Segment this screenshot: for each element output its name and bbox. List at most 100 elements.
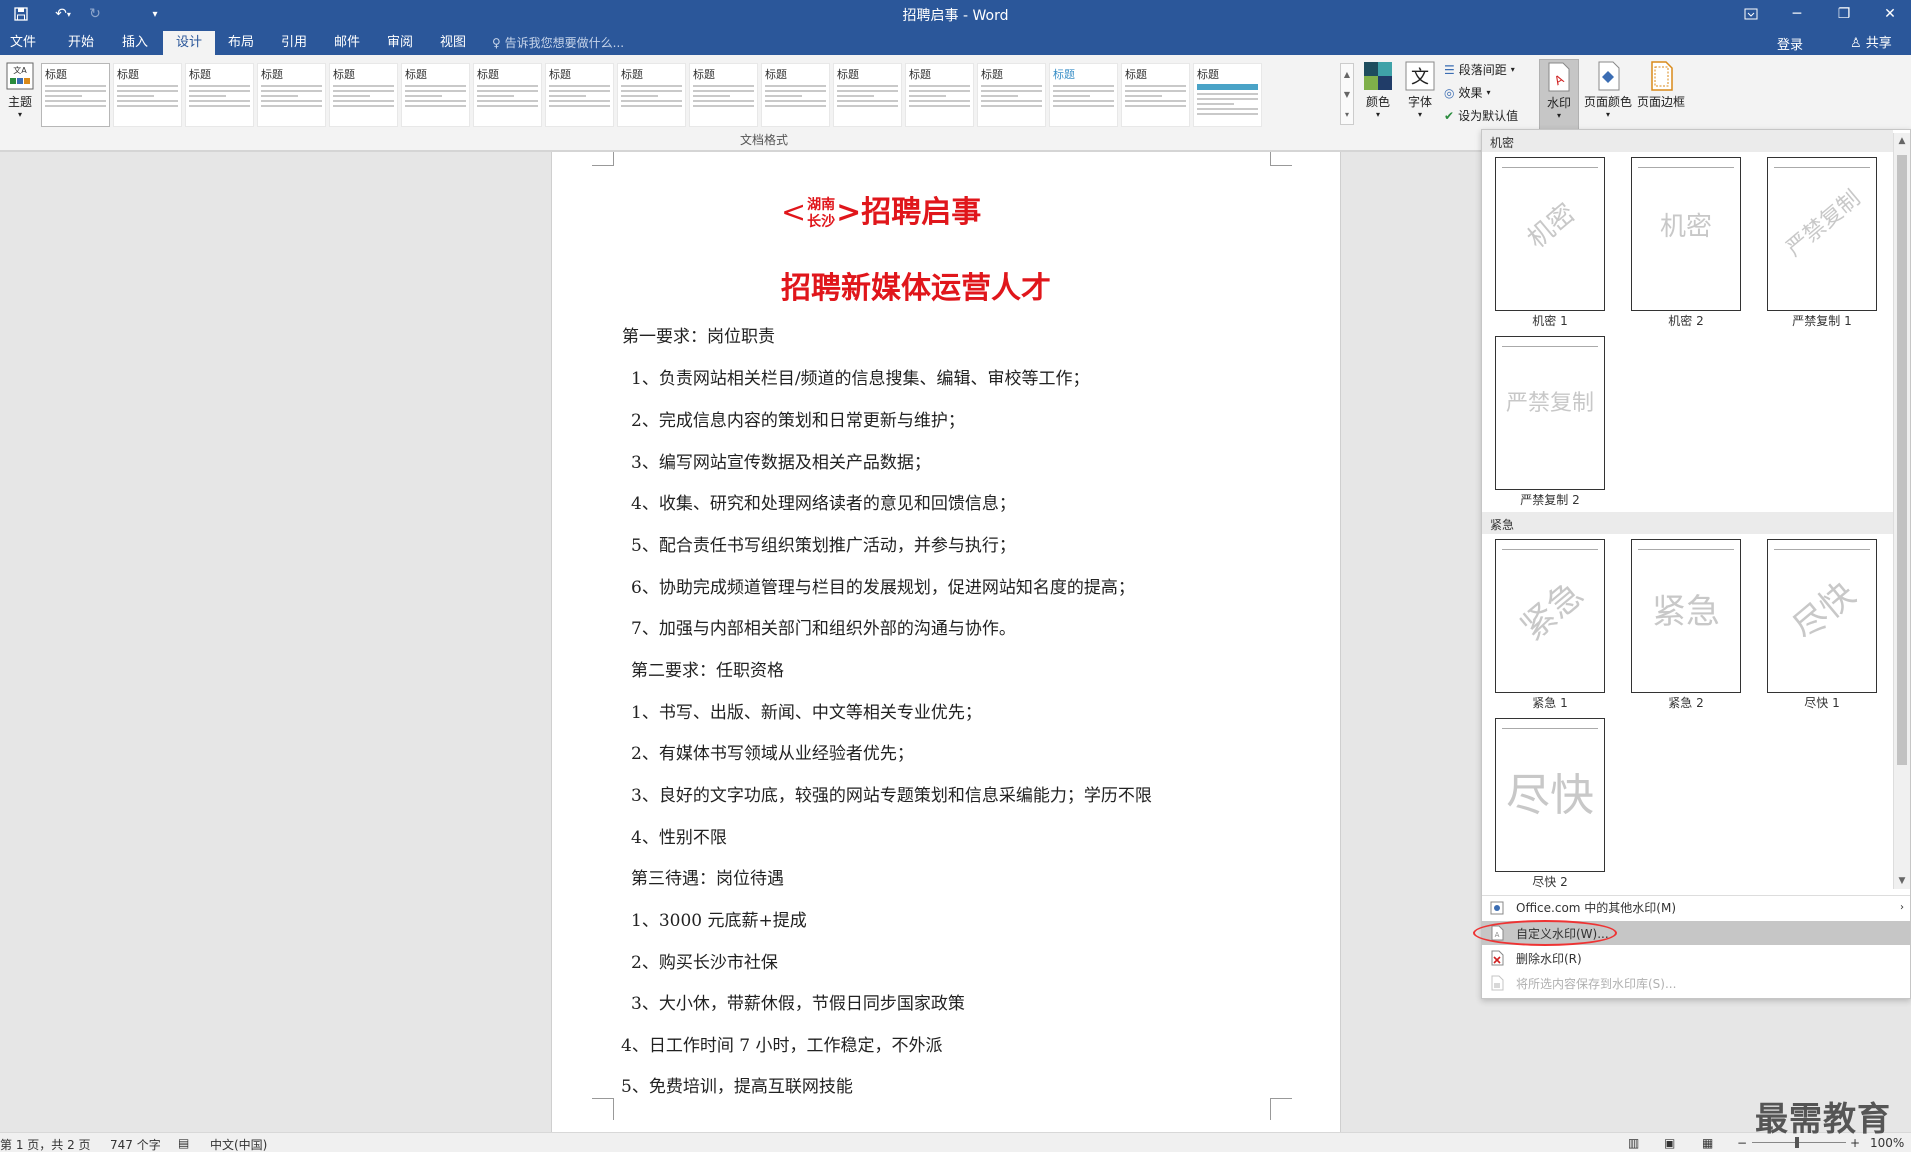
ribbon-display-icon[interactable] [1731,2,1771,26]
style-set-text-line [261,95,298,97]
doc-line[interactable]: 6、协助完成频道管理与栏目的发展规划，促进网站知名度的提高； [631,573,1135,598]
watermark-button[interactable]: A 水印 ▾ [1539,59,1579,133]
svg-text:文A: 文A [13,65,27,75]
share-button[interactable]: ♙ 共享 [1850,32,1892,51]
style-set-thumbnail[interactable]: 标题 [185,63,254,127]
close-icon[interactable]: ✕ [1870,2,1910,26]
doc-line[interactable]: 第一要求：岗位职责 [622,322,775,347]
style-set-thumbnail[interactable]: 标题 [977,63,1046,127]
style-set-thumbnail[interactable]: 标题 [617,63,686,127]
doc-line[interactable]: 5、免费培训，提高互联网技能 [621,1072,853,1097]
tab-design[interactable]: 设计 [163,31,215,55]
panel-scrollbar[interactable]: ▲ ▼ [1893,133,1910,889]
fonts-button[interactable]: 文 字体 ▾ [1402,61,1438,119]
doc-line[interactable]: 7、加强与内部相关部门和组织外部的沟通与协作。 [631,614,1016,639]
page-color-button[interactable]: 页面颜色 ▾ [1583,61,1633,119]
style-set-text-line [333,105,394,107]
style-set-thumbnail[interactable]: 标题 [905,63,974,127]
person-icon: ♙ [1850,36,1862,51]
doc-line[interactable]: 5、配合责任书写组织策划推广活动，并参与执行； [631,531,1016,556]
tab-layout[interactable]: 布局 [218,31,264,55]
scroll-down-icon[interactable]: ▼ [1894,873,1910,889]
zoom-slider[interactable] [1752,1142,1846,1143]
style-set-thumbnail[interactable]: 标题 [113,63,182,127]
style-set-thumbnail[interactable]: 标题 [41,63,110,127]
style-set-thumbnail[interactable]: 标题 [329,63,398,127]
menu-office-more-watermarks[interactable]: Office.com 中的其他水印(M) › [1482,895,1910,919]
doc-line[interactable]: 2、购买长沙市社保 [631,948,778,973]
style-set-thumbnail[interactable]: 标题 [833,63,902,127]
restore-icon[interactable]: ❐ [1824,2,1864,26]
doc-line[interactable]: 第三待遇：岗位待遇 [631,864,784,889]
watermark-option-urgent-1[interactable]: 紧急 [1495,539,1605,693]
read-mode-icon[interactable]: ▥ [1628,1136,1639,1150]
colors-button[interactable]: 颜色 ▾ [1360,61,1396,119]
doc-line[interactable]: 2、完成信息内容的策划和日常更新与维护； [631,406,965,431]
style-set-thumbnail[interactable]: 标题 [1193,63,1262,127]
tab-review[interactable]: 审阅 [377,31,423,55]
tab-view[interactable]: 视图 [430,31,476,55]
doc-line[interactable]: 1、3000 元底薪+提成 [631,906,807,931]
tab-references[interactable]: 引用 [271,31,317,55]
page-count[interactable]: 第 1 页，共 2 页 [0,1136,91,1152]
doc-line[interactable]: 4、性别不限 [631,823,727,848]
doc-line[interactable]: 3、大小休，带薪休假，节假日同步国家政策 [631,989,965,1014]
document-subheading[interactable]: 招聘新媒体运营人才 [781,263,1051,307]
tell-me-search[interactable]: ♀ 告诉我您想要做什么... [492,34,624,51]
watermark-option-asap-1[interactable]: 尽快 [1767,539,1877,693]
tab-mailings[interactable]: 邮件 [324,31,370,55]
style-set-text-line [45,95,82,97]
watermark-option-urgent-2[interactable]: 紧急 [1631,539,1741,693]
doc-line[interactable]: 2、有媒体书写领域从业经验者优先； [631,739,914,764]
style-set-text-line [333,85,394,87]
zoom-out-icon[interactable]: − [1737,1136,1747,1150]
doc-line[interactable]: 第二要求：任职资格 [631,656,784,681]
menu-remove-watermark[interactable]: 删除水印(R) [1482,946,1910,970]
style-set-text-line [45,100,106,102]
word-count[interactable]: 747 个字 [110,1136,161,1152]
style-set-text-line [117,90,178,92]
style-set-thumbnail[interactable]: 标题 [401,63,470,127]
tab-home[interactable]: 开始 [58,31,104,55]
style-set-thumbnail[interactable]: 标题 [545,63,614,127]
style-set-text-line [1053,85,1114,87]
set-default-button[interactable]: ✔ 设为默认值 [1444,107,1518,124]
share-label: 共享 [1865,36,1892,51]
watermark-option-do-not-copy-1[interactable]: 严禁复制 [1767,157,1877,311]
tab-file[interactable]: 文件 [0,31,46,55]
style-set-thumbnail[interactable]: 标题 [257,63,326,127]
print-layout-icon[interactable]: ▣ [1664,1136,1675,1150]
scroll-up-icon[interactable]: ▲ [1894,133,1910,149]
style-set-thumbnail[interactable]: 标题 [473,63,542,127]
doc-line[interactable]: 4、日工作时间 7 小时，工作稳定，不外派 [621,1031,942,1056]
doc-line[interactable]: 1、负责网站相关栏目/频道的信息搜集、编辑、审校等工作； [631,364,1090,389]
watermark-option-do-not-copy-2[interactable]: 严禁复制 [1495,336,1605,490]
watermark-option-confidential-1[interactable]: 机密 [1495,157,1605,311]
watermark-caption: 严禁复制 2 [1520,493,1580,507]
page-borders-button[interactable]: 页面边框 [1636,61,1686,110]
proofing-icon[interactable]: ▤ [178,1136,189,1150]
style-set-text-line [477,90,538,92]
theme-button[interactable]: 文A 主题 ▾ [2,61,38,119]
style-set-thumbnail[interactable]: 标题 [689,63,758,127]
document-heading[interactable]: < 湖南 长沙 >招聘启事 [781,187,981,231]
language-indicator[interactable]: 中文(中国) [210,1136,267,1152]
tab-insert[interactable]: 插入 [112,31,158,55]
web-layout-icon[interactable]: ▦ [1702,1136,1713,1150]
style-set-text-line [837,90,898,92]
login-link[interactable]: 登录 [1777,34,1803,53]
style-set-thumbnail[interactable]: 标题 [761,63,830,127]
effects-button[interactable]: ◎ 效果 ▾ [1444,84,1491,101]
gallery-scroll[interactable]: ▲ ▼ ▾ [1340,63,1354,125]
doc-line[interactable]: 3、编写网站宣传数据及相关产品数据； [631,448,931,473]
watermark-option-confidential-2[interactable]: 机密 [1631,157,1741,311]
watermark-option-asap-2[interactable]: 尽快 [1495,718,1605,872]
style-set-thumbnail[interactable]: 标题 [1049,63,1118,127]
minimize-icon[interactable]: ─ [1777,2,1817,26]
paragraph-spacing-button[interactable]: ☰ 段落间距 ▾ [1444,61,1515,78]
doc-line[interactable]: 3、良好的文字功底，较强的网站专题策划和信息采编能力；学历不限 [631,781,1152,806]
style-set-thumbnail[interactable]: 标题 [1121,63,1190,127]
doc-line[interactable]: 1、书写、出版、新闻、中文等相关专业优先； [631,698,982,723]
doc-line[interactable]: 4、收集、研究和处理网络读者的意见和回馈信息； [631,489,1016,514]
scroll-thumb[interactable] [1897,155,1907,765]
